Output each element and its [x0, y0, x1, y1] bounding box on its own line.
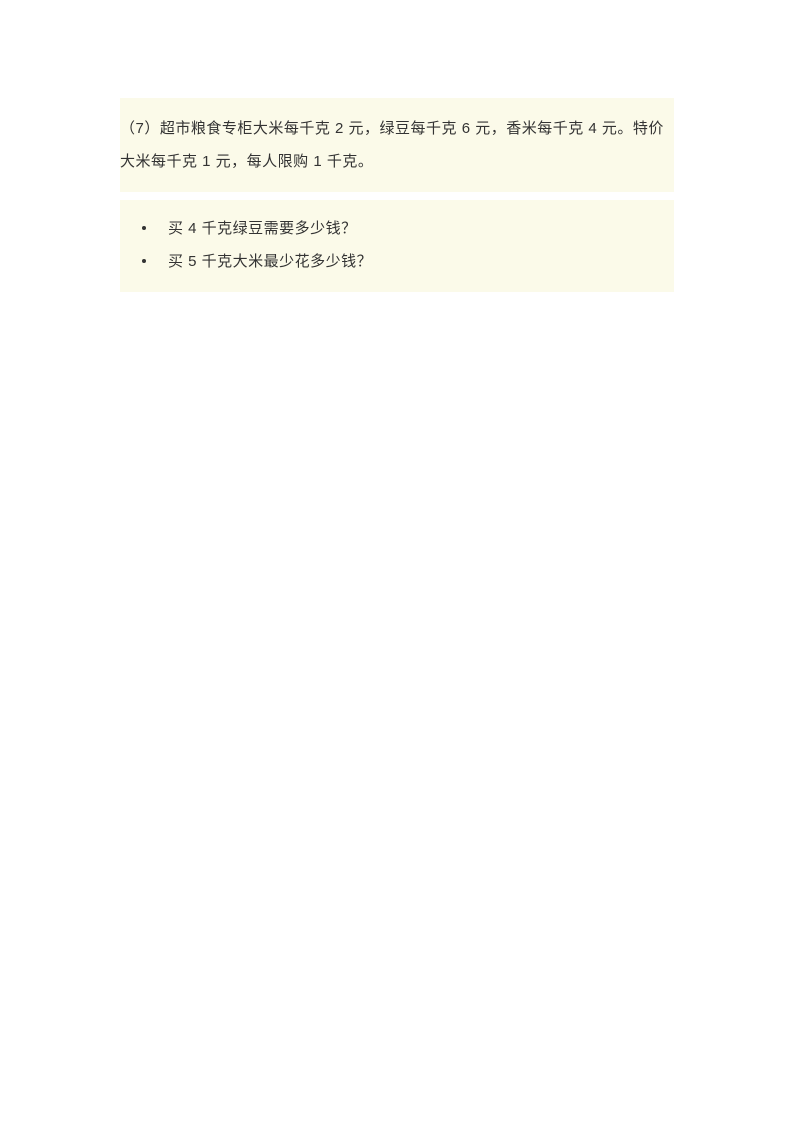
page-content: （7）超市粮食专柜大米每千克 2 元，绿豆每千克 6 元，香米每千克 4 元。特… — [0, 0, 794, 292]
problem-text: （7）超市粮食专柜大米每千克 2 元，绿豆每千克 6 元，香米每千克 4 元。特… — [120, 120, 664, 170]
list-item: 买 5 千克大米最少花多少钱？ — [120, 245, 674, 278]
questions-list: 买 4 千克绿豆需要多少钱？ 买 5 千克大米最少花多少钱？ — [120, 200, 674, 292]
list-item: 买 4 千克绿豆需要多少钱？ — [120, 212, 674, 245]
question-text: 买 5 千克大米最少花多少钱？ — [168, 253, 372, 270]
question-text: 买 4 千克绿豆需要多少钱？ — [168, 220, 357, 237]
problem-statement: （7）超市粮食专柜大米每千克 2 元，绿豆每千克 6 元，香米每千克 4 元。特… — [120, 98, 674, 192]
